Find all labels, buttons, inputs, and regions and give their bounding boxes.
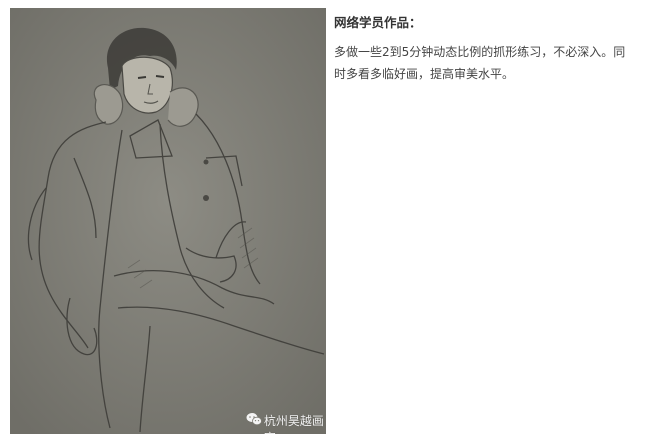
wechat-icon bbox=[246, 413, 262, 434]
page: 杭州昊越画室 网络学员作品： 多做一些2到5分钟动态比例的抓形练习，不必深入。同… bbox=[0, 0, 645, 439]
watermark-text: 杭州昊越画室 bbox=[263, 414, 324, 434]
post-description: 多做一些2到5分钟动态比例的抓形练习，不必深入。同时多看多临好画，提高审美水平。 bbox=[334, 45, 626, 81]
artwork-watermark: 杭州昊越画室 bbox=[246, 412, 326, 434]
post-title: 网络学员作品： bbox=[334, 15, 422, 30]
post-text: 网络学员作品： 多做一些2到5分钟动态比例的抓形练习，不必深入。同时多看多临好画… bbox=[334, 12, 634, 85]
student-artwork: 杭州昊越画室 bbox=[10, 8, 326, 434]
pencil-sketch-figure bbox=[10, 8, 326, 434]
